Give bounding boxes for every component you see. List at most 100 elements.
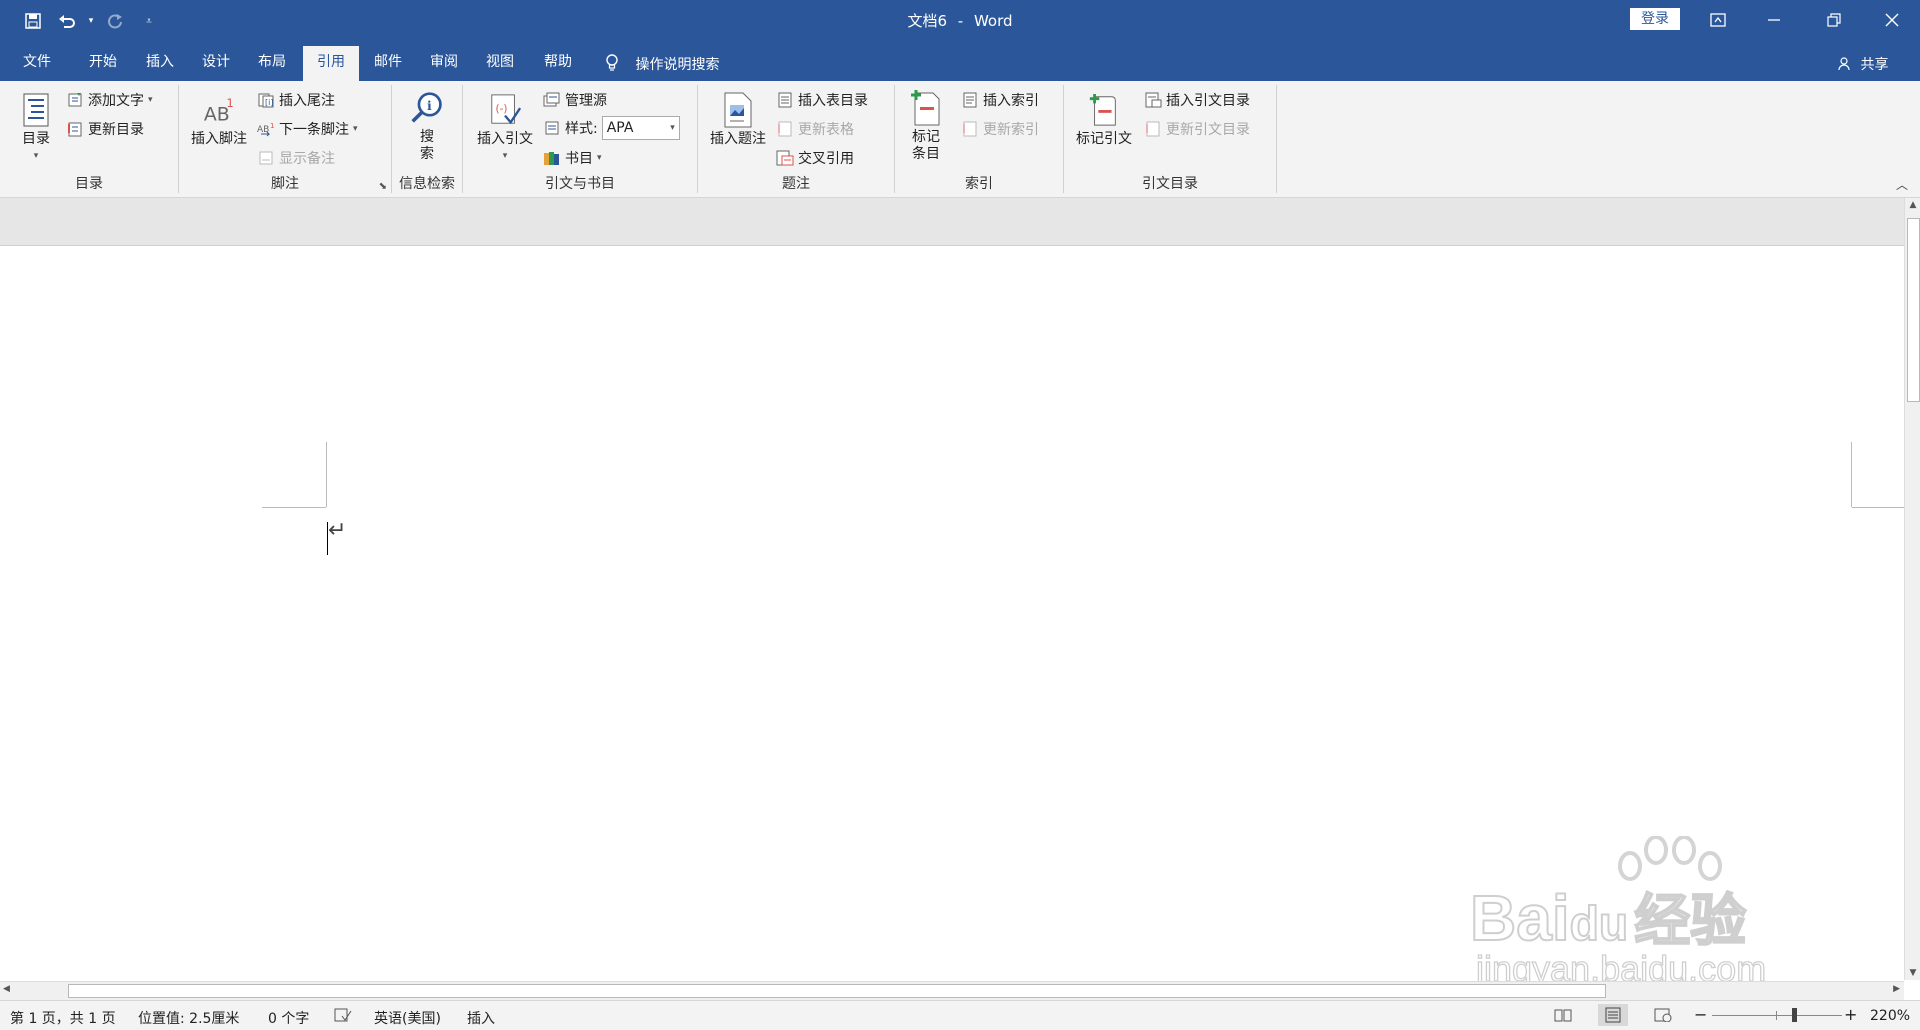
watermark-cn: 经验 — [1633, 888, 1747, 953]
bibliography-button[interactable]: 书目 ▾ — [543, 147, 602, 169]
tab-home[interactable]: 开始 — [72, 50, 134, 81]
insert-index-button[interactable]: 插入索引 — [961, 89, 1039, 111]
tell-me-search[interactable]: 操作说明搜索 — [605, 54, 719, 74]
zoom-slider[interactable] — [1712, 1008, 1842, 1022]
scroll-right-icon[interactable]: ▶ — [1893, 984, 1900, 994]
group-captions-label: 题注 — [782, 176, 810, 192]
zoom-in-icon[interactable]: + — [1844, 1005, 1857, 1024]
zoom-slider-thumb[interactable] — [1792, 1008, 1797, 1022]
insert-mode[interactable]: 插入 — [467, 1008, 495, 1028]
update-table-icon — [776, 120, 794, 138]
svg-text:(-): (-) — [496, 103, 508, 115]
insert-caption-icon — [721, 91, 755, 129]
group-citations-label: 引文与书目 — [545, 176, 615, 192]
title-bar: ▾ ⩡ 文档6 - Word 登录 — [0, 0, 1920, 42]
mark-entry-icon — [909, 89, 943, 127]
add-text-label: 添加文字 — [88, 93, 144, 109]
read-mode-icon[interactable] — [1554, 1008, 1572, 1026]
web-layout-icon[interactable] — [1654, 1008, 1672, 1026]
mark-citation-icon — [1087, 91, 1121, 129]
tab-references[interactable]: 引用 — [303, 46, 359, 81]
vertical-scroll-thumb[interactable] — [1907, 218, 1920, 402]
insert-toa-button[interactable]: 插入引文目录 — [1144, 89, 1250, 111]
ribbon-display-options-icon[interactable] — [1690, 0, 1746, 40]
group-index-label: 索引 — [965, 176, 993, 192]
tab-mailings[interactable]: 邮件 — [362, 50, 414, 81]
update-toa-button: 更新引文目录 — [1144, 118, 1250, 140]
document-page[interactable]: ↵ Baidu 经验 jingyan.baidu.com — [0, 246, 1904, 990]
proofing-icon[interactable] — [334, 1008, 352, 1026]
update-toc-button[interactable]: 更新目录 — [66, 118, 144, 140]
group-captions: 插入题注 插入表目录 更新表格 交叉引用 题注 — [698, 85, 895, 193]
bibliography-dropdown-icon: ▾ — [597, 153, 602, 163]
group-authorities-label: 引文目录 — [1142, 176, 1198, 192]
search-button[interactable]: i 搜 索 — [402, 89, 452, 163]
style-label: 样式: — [565, 121, 598, 137]
ruler-area — [0, 198, 1904, 246]
toc-button[interactable]: 目录 ▾ — [14, 91, 58, 165]
share-button[interactable]: 共享 — [1838, 54, 1888, 74]
mark-citation-button[interactable]: 标记引文 — [1072, 91, 1136, 148]
insert-toa-icon — [1144, 91, 1162, 109]
group-authorities: 标记引文 插入引文目录 更新引文目录 引文目录 — [1064, 85, 1277, 193]
scroll-up-icon[interactable]: ▲ — [1905, 200, 1920, 210]
cross-reference-icon — [776, 149, 794, 167]
update-toa-icon — [1144, 120, 1162, 138]
tab-layout[interactable]: 布局 — [246, 50, 298, 81]
vertical-scrollbar[interactable]: ▲ ▼ — [1904, 198, 1920, 980]
insert-endnote-button[interactable]: [i] 插入尾注 — [257, 89, 335, 111]
mark-entry-button[interactable]: 标记 条目 — [903, 89, 949, 163]
zoom-slider-center-mark — [1776, 1011, 1777, 1020]
tab-file[interactable]: 文件 — [8, 50, 66, 81]
close-icon[interactable] — [1864, 0, 1920, 40]
horizontal-scroll-thumb[interactable] — [68, 984, 1606, 998]
page-count[interactable]: 第 1 页，共 1 页 — [10, 1008, 116, 1028]
toc-dropdown-icon: ▾ — [33, 151, 39, 161]
cross-reference-label: 交叉引用 — [798, 151, 854, 167]
insert-caption-button[interactable]: 插入题注 — [706, 91, 770, 148]
update-index-icon — [961, 120, 979, 138]
tab-insert[interactable]: 插入 — [134, 50, 186, 81]
endnote-icon: [i] — [257, 91, 275, 109]
manage-sources-button[interactable]: 管理源 — [543, 89, 607, 111]
search-label-line2: 索 — [420, 146, 434, 162]
language[interactable]: 英语(美国) — [374, 1008, 441, 1028]
scroll-left-icon[interactable]: ◀ — [3, 984, 10, 994]
insert-caption-label: 插入题注 — [710, 131, 766, 147]
style-icon — [543, 119, 561, 137]
scroll-down-icon[interactable]: ▼ — [1905, 968, 1920, 978]
insert-table-of-figures-button[interactable]: 插入表目录 — [776, 89, 868, 111]
group-research: i 搜 索 信息检索 — [392, 85, 463, 193]
print-layout-icon[interactable] — [1598, 1004, 1628, 1026]
toc-icon — [19, 91, 53, 129]
word-count[interactable]: 0 个字 — [268, 1008, 309, 1028]
next-footnote-icon: AB 1 — [257, 120, 275, 138]
cross-reference-button[interactable]: 交叉引用 — [776, 147, 854, 169]
search-info-icon: i — [410, 89, 444, 127]
lightbulb-icon — [605, 54, 635, 73]
zoom-out-icon[interactable]: − — [1694, 1005, 1707, 1024]
tab-design[interactable]: 设计 — [190, 50, 242, 81]
zoom-level[interactable]: 220% — [1870, 1008, 1910, 1024]
insert-citation-icon: (-) — [488, 91, 522, 129]
next-footnote-button[interactable]: AB 1 下一条脚注 ▾ — [257, 118, 358, 140]
add-text-icon — [66, 91, 84, 109]
collapse-ribbon-icon[interactable]: ︿ — [1896, 176, 1908, 193]
horizontal-scrollbar[interactable]: ◀ ▶ — [0, 981, 1904, 1000]
add-text-button[interactable]: 添加文字 ▾ — [66, 89, 153, 111]
tab-view[interactable]: 视图 — [474, 50, 526, 81]
citation-style-select[interactable]: APA ▾ — [601, 116, 680, 140]
tab-review[interactable]: 审阅 — [418, 50, 470, 81]
insert-footnote-button[interactable]: AB 1 插入脚注 — [187, 91, 251, 148]
login-button[interactable]: 登录 — [1630, 8, 1680, 30]
position-value[interactable]: 位置值: 2.5厘米 — [138, 1008, 239, 1028]
show-notes-label: 显示备注 — [279, 151, 335, 167]
watermark-brand: Bai — [1469, 881, 1571, 955]
restore-icon[interactable] — [1806, 0, 1862, 40]
footnote-icon: AB 1 — [202, 91, 236, 129]
tab-help[interactable]: 帮助 — [530, 50, 586, 81]
insert-citation-button[interactable]: (-) 插入引文 ▾ — [473, 91, 537, 165]
manage-sources-icon — [543, 91, 561, 109]
minimize-icon[interactable] — [1746, 0, 1802, 40]
toc-button-label: 目录 — [22, 131, 50, 147]
